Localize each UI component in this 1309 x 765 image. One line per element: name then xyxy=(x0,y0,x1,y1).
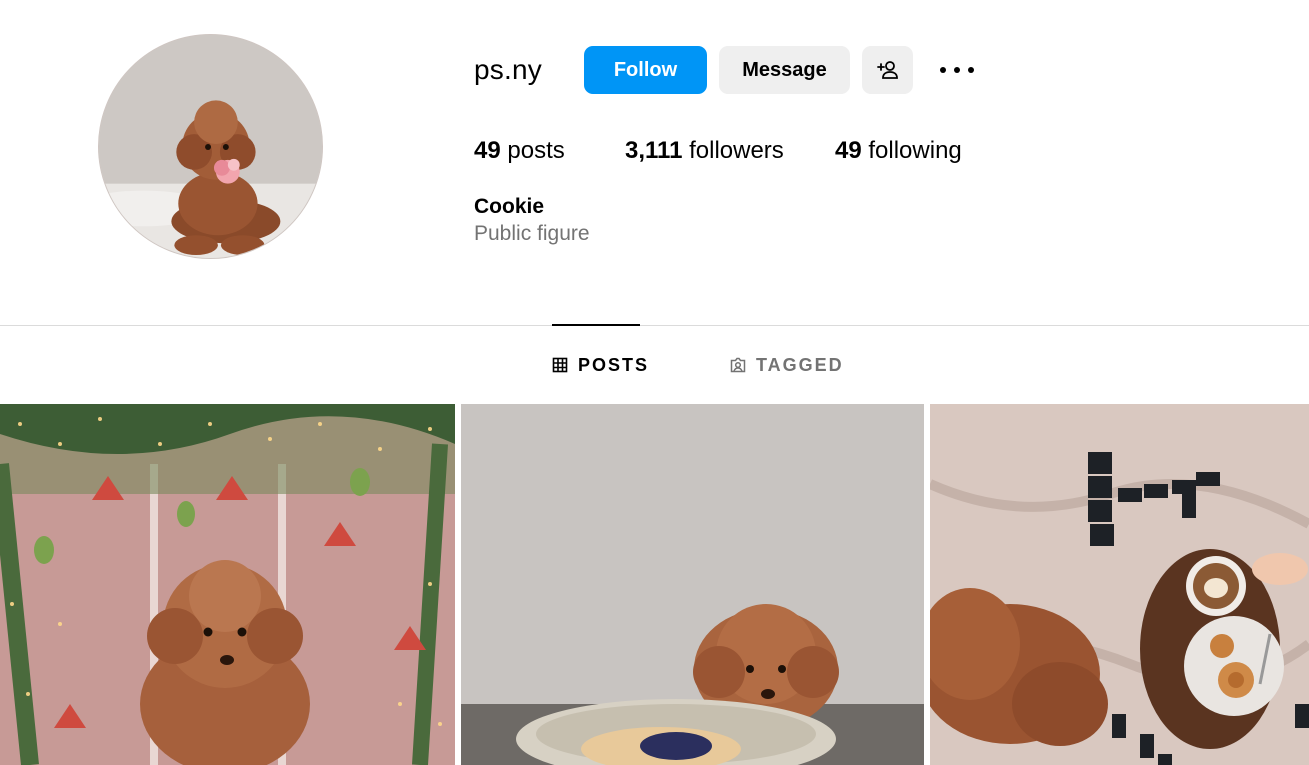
tab-posts[interactable]: POSTS xyxy=(552,352,649,378)
more-dot-icon xyxy=(968,67,974,73)
follow-button[interactable]: Follow xyxy=(584,46,707,94)
tabs-divider xyxy=(0,325,1309,326)
more-dot-icon xyxy=(954,67,960,73)
tab-tagged[interactable]: TAGGED xyxy=(730,352,844,378)
post-thumbnail[interactable] xyxy=(930,404,1309,765)
post-image-coffee-poodle xyxy=(930,404,1309,765)
profile-username: ps.ny xyxy=(474,54,542,85)
more-dot-icon xyxy=(940,67,946,73)
tab-tagged-label: TAGGED xyxy=(756,354,844,375)
profile-full-name: Cookie xyxy=(474,195,545,218)
active-tab-indicator xyxy=(552,324,640,326)
following-count: 49 xyxy=(835,137,862,164)
post-image-pancake-poodle xyxy=(461,404,924,765)
posts-label: posts xyxy=(507,137,565,164)
grid-icon xyxy=(552,357,568,373)
posts-count-stat: 49 posts xyxy=(474,137,565,165)
followers-label: followers xyxy=(689,137,784,164)
suggested-accounts-button[interactable] xyxy=(862,46,913,94)
post-thumbnail[interactable] xyxy=(461,404,924,765)
post-image-christmas-poodle xyxy=(0,404,455,765)
more-options-button[interactable] xyxy=(936,56,978,84)
followers-count: 3,111 xyxy=(625,137,683,164)
profile-avatar[interactable] xyxy=(98,34,323,259)
message-button[interactable]: Message xyxy=(719,46,850,94)
posts-count: 49 xyxy=(474,137,501,164)
followers-link[interactable]: 3,111 followers xyxy=(625,137,784,165)
add-person-icon xyxy=(876,61,898,79)
following-link[interactable]: 49 following xyxy=(835,137,962,165)
tagged-icon xyxy=(730,357,746,373)
tab-posts-label: POSTS xyxy=(578,354,650,375)
profile-category: Public figure xyxy=(474,222,590,245)
following-label: following xyxy=(868,137,962,164)
avatar-poodle-image xyxy=(99,35,322,258)
post-thumbnail[interactable] xyxy=(0,404,455,765)
